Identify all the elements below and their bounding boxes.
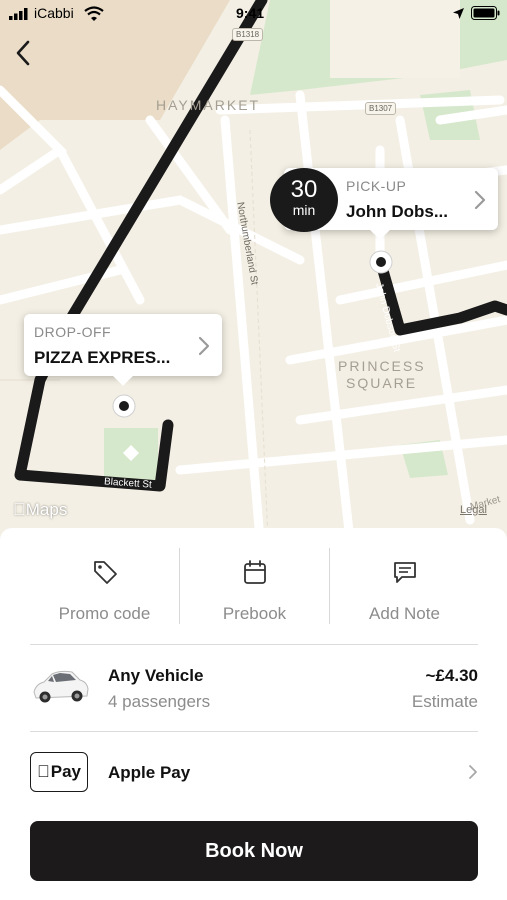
apple-pay-badge: Pay bbox=[30, 752, 88, 792]
price-estimate: ~£4.30 bbox=[425, 666, 478, 685]
price-note: Estimate bbox=[411, 692, 478, 711]
status-time: 9:41 bbox=[236, 5, 265, 21]
promo-code-button[interactable]: Promo code bbox=[30, 548, 179, 626]
area-label-haymarket: HAYMARKET bbox=[156, 97, 261, 113]
apple-logo-icon:  bbox=[13, 500, 26, 519]
maps-attribution: Maps bbox=[13, 500, 67, 519]
car-image bbox=[33, 670, 89, 703]
eta-value: 30 bbox=[290, 176, 318, 203]
eta-unit: min bbox=[292, 202, 316, 218]
message-icon bbox=[393, 562, 416, 583]
chevron-right-icon bbox=[469, 765, 477, 779]
booking-sheet: Promo code Prebook Add Note Any Vehicle … bbox=[0, 528, 507, 900]
road-badge-b1318: B1318 bbox=[232, 28, 264, 41]
area-label-princess: PRINCESS bbox=[338, 358, 426, 374]
status-bar: iCabbi 9:41 bbox=[0, 0, 507, 28]
dropoff-callout[interactable]: DROP-OFF PIZZA EXPRES... bbox=[24, 314, 222, 376]
carrier-label: iCabbi bbox=[34, 5, 74, 21]
payment-label: Apple Pay bbox=[108, 763, 191, 782]
tag-icon bbox=[93, 561, 117, 584]
pickup-marker bbox=[369, 250, 393, 274]
battery-icon bbox=[471, 6, 500, 20]
promo-code-label: Promo code bbox=[58, 604, 151, 623]
chevron-left-icon bbox=[16, 40, 30, 66]
vehicle-selector[interactable]: Any Vehicle 4 passengers ~£4.30 Estimate bbox=[30, 656, 478, 726]
add-note-label: Add Note bbox=[369, 604, 440, 623]
road-badge-b1307: B1307 bbox=[365, 102, 397, 115]
dropoff-marker bbox=[112, 394, 136, 418]
wifi-icon bbox=[84, 6, 104, 21]
dropoff-kind-label: DROP-OFF bbox=[34, 324, 112, 340]
eta-badge: 30 min bbox=[270, 168, 338, 232]
prebook-label: Prebook bbox=[222, 604, 287, 623]
chevron-right-icon bbox=[198, 336, 210, 356]
section-divider bbox=[30, 731, 478, 732]
signal-icon bbox=[9, 8, 28, 20]
pickup-name: John Dobs... bbox=[346, 202, 448, 221]
payment-method-selector[interactable]: Pay Apple Pay bbox=[30, 750, 478, 796]
calendar-icon bbox=[243, 560, 266, 584]
back-button[interactable] bbox=[12, 38, 38, 68]
add-note-button[interactable]: Add Note bbox=[330, 548, 479, 626]
apple-logo-icon:  bbox=[37, 762, 50, 782]
pickup-kind-label: PICK-UP bbox=[346, 178, 407, 194]
legal-link[interactable]: Legal bbox=[460, 504, 487, 516]
location-arrow-icon bbox=[453, 8, 464, 19]
prebook-button[interactable]: Prebook bbox=[180, 548, 329, 626]
dropoff-name: PIZZA EXPRES... bbox=[34, 348, 171, 367]
book-now-button[interactable]: Book Now bbox=[30, 821, 478, 881]
options-row: Promo code Prebook Add Note bbox=[30, 548, 478, 626]
chevron-right-icon bbox=[474, 190, 486, 210]
vehicle-capacity: 4 passengers bbox=[108, 692, 211, 711]
map-view[interactable]: HAYMARKET PRINCESS SQUARE Northumberland… bbox=[0, 0, 507, 540]
section-divider bbox=[30, 644, 478, 645]
area-label-square: SQUARE bbox=[346, 375, 418, 391]
vehicle-name: Any Vehicle bbox=[108, 666, 204, 685]
